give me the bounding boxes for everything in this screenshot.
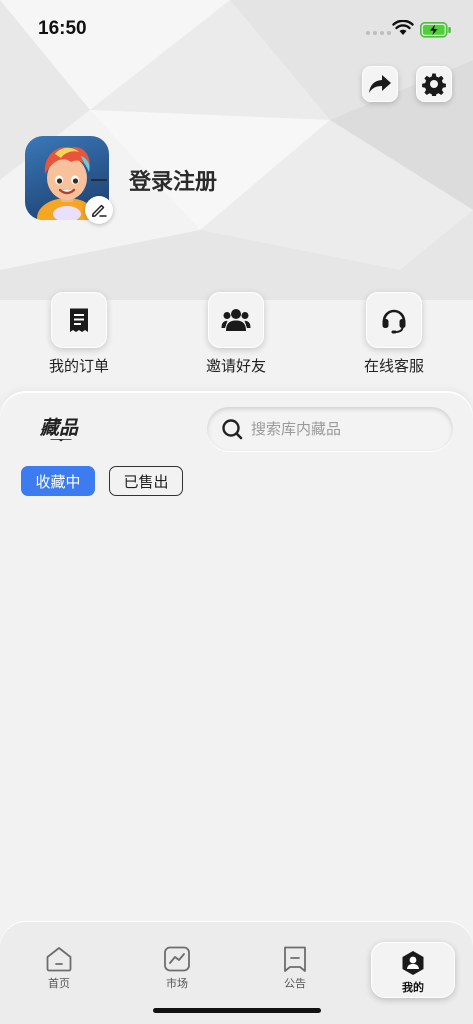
collection-panel: 藏品 收藏中 已售出	[0, 393, 473, 923]
my-orders-label: 我的订单	[48, 357, 109, 375]
tab-home-label: 首页	[48, 977, 70, 990]
pencil-icon	[92, 204, 107, 218]
quick-actions: 我的订单 邀请好友 在线客服	[0, 292, 473, 382]
tab-market-label: 市场	[166, 977, 188, 990]
status-bar: 16:50	[0, 0, 473, 56]
share-arrow-icon	[369, 75, 391, 93]
status-time: 16:50	[38, 18, 87, 39]
notice-icon	[284, 946, 306, 972]
cellular-signal-icon	[366, 31, 391, 35]
my-orders-icon-box	[51, 292, 107, 348]
filter-collecting[interactable]: 收藏中	[21, 466, 95, 496]
chart-icon	[164, 946, 190, 972]
receipt-icon	[70, 308, 88, 332]
tab-mine[interactable]: 我的	[373, 950, 453, 995]
online-support-label: 在线客服	[363, 357, 424, 375]
profile-icon	[402, 951, 424, 975]
login-register-link[interactable]: 登录注册	[129, 164, 217, 196]
battery-icon	[420, 22, 451, 38]
collection-search-input[interactable]	[251, 420, 441, 438]
home-icon	[46, 947, 72, 972]
search-icon	[222, 419, 243, 440]
collection-search-box[interactable]	[207, 407, 453, 451]
tab-home[interactable]: 首页	[19, 946, 99, 991]
settings-button[interactable]	[416, 66, 452, 102]
invite-friends-button[interactable]: 邀请好友	[176, 292, 296, 376]
title-underline-decoration	[50, 439, 72, 442]
tab-notice[interactable]: 公告	[255, 946, 335, 991]
home-indicator	[153, 1008, 321, 1013]
share-button[interactable]	[362, 66, 398, 102]
wifi-icon	[392, 20, 414, 35]
tab-notice-label: 公告	[284, 977, 306, 990]
gear-icon	[422, 73, 446, 96]
filter-sold[interactable]: 已售出	[109, 466, 183, 496]
collection-title: 藏品	[40, 417, 79, 439]
headset-icon	[382, 309, 406, 334]
users-icon	[221, 309, 251, 331]
online-support-icon-box	[366, 292, 422, 348]
invite-friends-label: 邀请好友	[205, 357, 266, 375]
edit-avatar-button[interactable]	[85, 196, 113, 224]
tab-market[interactable]: 市场	[137, 946, 217, 991]
my-orders-button[interactable]: 我的订单	[19, 292, 139, 376]
invite-friends-icon-box	[208, 292, 264, 348]
online-support-button[interactable]: 在线客服	[334, 292, 454, 376]
tab-mine-label: 我的	[402, 981, 424, 994]
